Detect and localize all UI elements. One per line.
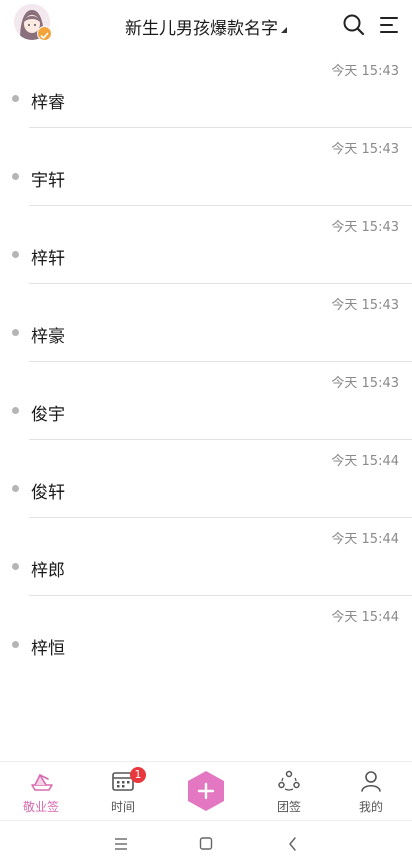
tab-time[interactable]: 时间	[82, 762, 164, 821]
list-item[interactable]: 今天 15:43 梓睿	[0, 50, 412, 128]
notification-badge: 1	[130, 767, 146, 783]
list-item[interactable]: 今天 15:44 梓恒	[0, 596, 412, 674]
note-text: 宇轩	[31, 171, 65, 191]
note-time: 今天 15:44	[331, 454, 399, 469]
list-item[interactable]: 今天 15:43 俊宇	[0, 362, 412, 440]
menu-button[interactable]	[377, 12, 403, 38]
system-nav-bar	[0, 820, 412, 867]
list-item[interactable]: 今天 15:43 宇轩	[0, 128, 412, 206]
user-icon	[361, 771, 381, 792]
list-item[interactable]: 今天 15:44 梓郎	[0, 518, 412, 596]
note-time: 今天 15:44	[331, 532, 399, 547]
tab-profile[interactable]: 我的	[330, 762, 412, 821]
note-time: 今天 15:44	[331, 610, 399, 625]
note-time: 今天 15:43	[331, 142, 399, 157]
search-icon	[343, 14, 365, 36]
note-text: 梓睿	[31, 93, 65, 113]
search-button[interactable]	[341, 12, 367, 38]
menu-icon	[380, 17, 398, 33]
bullet-dot-icon	[12, 173, 19, 180]
home-button[interactable]	[196, 835, 216, 853]
tab-label: 我的	[358, 800, 383, 814]
bullet-dot-icon	[12, 329, 19, 336]
boat-icon	[31, 774, 53, 791]
recent-apps-button[interactable]	[111, 835, 131, 853]
bullet-dot-icon	[12, 251, 19, 258]
square-icon	[199, 837, 213, 850]
list-item[interactable]: 今天 15:43 梓豪	[0, 284, 412, 362]
tab-label: 团签	[276, 800, 301, 814]
team-icon	[278, 770, 300, 791]
notes-list: 今天 15:43 梓睿 今天 15:43 宇轩 今天 15:43 梓轩 今天 1…	[0, 50, 412, 674]
back-button[interactable]	[283, 835, 303, 853]
note-text: 俊轩	[31, 483, 65, 503]
tab-home[interactable]: 敬业签	[0, 762, 82, 821]
list-item[interactable]: 今天 15:44 俊轩	[0, 440, 412, 518]
note-text: 梓恒	[31, 639, 65, 659]
note-text: 俊宇	[31, 405, 65, 425]
list-item[interactable]: 今天 15:43 梓轩	[0, 206, 412, 284]
bullet-dot-icon	[12, 95, 19, 102]
bullet-dot-icon	[12, 563, 19, 570]
note-text: 梓郎	[31, 561, 65, 581]
note-text: 梓豪	[31, 327, 65, 347]
tab-label: 时间	[110, 800, 135, 814]
add-note-button[interactable]	[186, 770, 226, 812]
tab-label: 敬业签	[22, 800, 59, 814]
note-time: 今天 15:43	[331, 220, 399, 235]
bullet-dot-icon	[12, 485, 19, 492]
title-text: 新生儿男孩爆款名字	[125, 19, 278, 39]
note-text: 梓轩	[31, 249, 65, 269]
dropdown-caret-icon	[281, 27, 287, 33]
back-chevron-icon	[289, 837, 296, 851]
tab-team[interactable]: 团签	[248, 762, 330, 821]
bullet-dot-icon	[12, 407, 19, 414]
bullet-dot-icon	[12, 641, 19, 648]
bottom-tab-bar: 敬业签 时间 1 团签 我的	[0, 761, 412, 821]
note-time: 今天 15:43	[331, 64, 399, 79]
add-icon	[188, 771, 224, 811]
app-header: 新生儿男孩爆款名字	[0, 0, 412, 50]
menu-lines-icon	[115, 838, 127, 850]
note-time: 今天 15:43	[331, 298, 399, 313]
note-time: 今天 15:43	[331, 376, 399, 391]
